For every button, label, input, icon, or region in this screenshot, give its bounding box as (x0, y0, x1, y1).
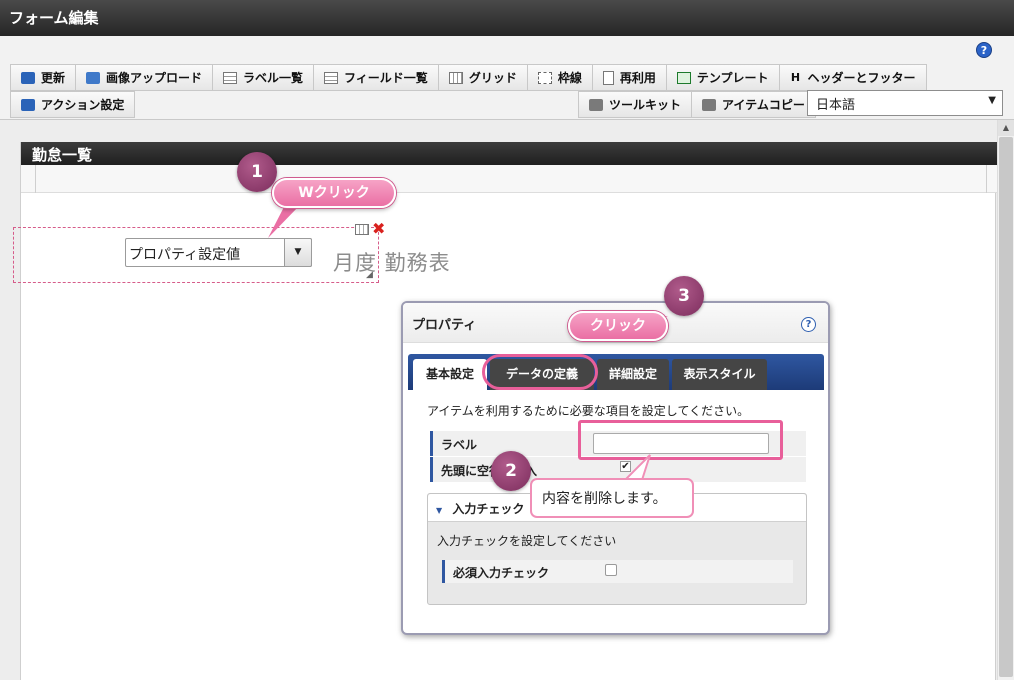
step2-badge: 2 (491, 451, 531, 491)
callout-pointers (268, 205, 668, 481)
step2-pointer (622, 454, 651, 481)
step2-callout: 内容を削除します。 (530, 478, 694, 518)
step3-badge: 3 (664, 276, 704, 316)
step1-badge: 1 (237, 152, 277, 192)
step1-pointer (268, 205, 300, 238)
step3-label: クリック (568, 311, 668, 341)
step1-label: Wクリック (272, 178, 396, 208)
